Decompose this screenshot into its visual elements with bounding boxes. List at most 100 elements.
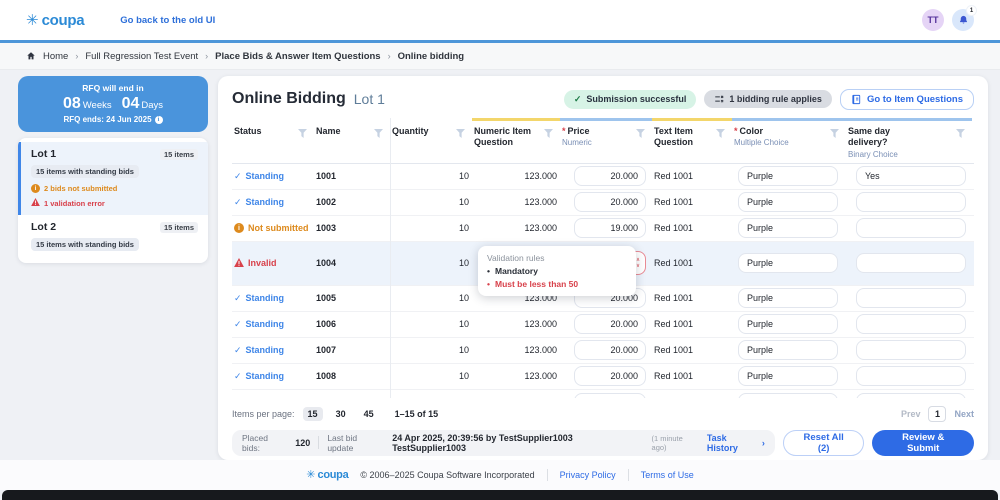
- check-icon: ✓: [573, 93, 582, 104]
- page-number-input[interactable]: 1: [928, 405, 947, 422]
- top-bar-right: TT 1: [922, 6, 976, 31]
- page: ✳ coupa Go back to the old UI TT 1 Home …: [0, 0, 1000, 500]
- same-day-select[interactable]: [856, 192, 966, 212]
- back-to-old-ui-link[interactable]: Go back to the old UI: [120, 15, 215, 26]
- status-cell: ✓ Standing: [232, 319, 314, 330]
- prev-page-button[interactable]: Prev: [901, 409, 921, 419]
- lot-header: Lot 2 15 items: [31, 221, 198, 233]
- avatar[interactable]: TT: [922, 9, 944, 31]
- numeric-question-cell: 123.000: [524, 223, 557, 233]
- items-per-page-45[interactable]: 45: [359, 407, 379, 421]
- color-select[interactable]: [738, 392, 838, 398]
- filter-icon[interactable]: [636, 129, 645, 138]
- color-select[interactable]: Purple: [738, 253, 838, 273]
- color-select[interactable]: Purple: [738, 340, 838, 360]
- price-input[interactable]: [574, 392, 646, 398]
- go-to-item-questions-label: Go to Item Questions: [866, 93, 963, 105]
- price-input[interactable]: 19.000: [574, 218, 646, 238]
- review-submit-button[interactable]: Review & Submit: [872, 429, 974, 456]
- status-label: Standing: [245, 319, 285, 329]
- same-day-select[interactable]: [856, 288, 966, 308]
- filter-icon[interactable]: [716, 129, 725, 138]
- status-cell: ✓ Standing: [232, 371, 314, 382]
- table-row: [232, 390, 974, 398]
- same-day-select[interactable]: [856, 314, 966, 334]
- breadcrumb-home[interactable]: Home: [43, 51, 68, 62]
- next-page-button[interactable]: Next: [954, 409, 974, 419]
- column-header-status: Status: [232, 118, 314, 159]
- coupa-logo-text: coupa: [41, 11, 85, 29]
- same-day-select[interactable]: [856, 253, 966, 273]
- coupa-logo-icon: ✳: [306, 468, 316, 481]
- price-input[interactable]: 20.000: [574, 340, 646, 360]
- filter-icon[interactable]: [374, 129, 383, 138]
- color-select[interactable]: Purple: [738, 166, 838, 186]
- task-history-label: Task History: [706, 432, 738, 453]
- items-per-page-15[interactable]: 15: [302, 406, 323, 421]
- check-icon: ✓: [234, 370, 242, 381]
- color-select[interactable]: Purple: [738, 314, 838, 334]
- lot-items-count: 15 items: [159, 221, 198, 233]
- coupa-logo[interactable]: ✳ coupa: [26, 11, 85, 29]
- status-label: Standing: [245, 197, 285, 207]
- validation-rule-text: Mandatory: [494, 266, 538, 276]
- lot-item-1[interactable]: Lot 1 15 items 15 items with standing bi…: [18, 142, 208, 215]
- bidding-rule-badge[interactable]: 1 bidding rule applies: [704, 90, 832, 108]
- status-label: Not submitted: [248, 223, 309, 233]
- table-row: ✓ Standing 1007 10 123.000 20.000 Red 10…: [232, 338, 974, 364]
- color-select[interactable]: Purple: [738, 288, 838, 308]
- lot-item-2[interactable]: Lot 2 15 items 15 items with standing bi…: [18, 215, 208, 259]
- price-input[interactable]: 20.000: [574, 192, 646, 212]
- privacy-policy-link[interactable]: Privacy Policy: [560, 470, 616, 480]
- divider: [318, 436, 320, 449]
- reset-all-button[interactable]: Reset All (2): [782, 429, 865, 456]
- price-input[interactable]: 20.000: [574, 366, 646, 386]
- breadcrumb: Home › Full Regression Test Event › Plac…: [0, 43, 1000, 70]
- column-label: Quantity: [392, 126, 429, 136]
- bid-status-strip: Placed bids: 120 Last bid update 24 Apr …: [232, 429, 775, 456]
- filter-icon[interactable]: [456, 129, 465, 138]
- same-day-select[interactable]: [856, 340, 966, 360]
- bell-icon: [959, 15, 967, 23]
- color-select[interactable]: Purple: [738, 192, 838, 212]
- same-day-select[interactable]: [856, 392, 966, 398]
- go-to-item-questions-button[interactable]: Go to Item Questions: [839, 88, 974, 110]
- terms-of-use-link[interactable]: Terms of Use: [641, 470, 694, 480]
- filter-icon[interactable]: [956, 129, 965, 138]
- same-day-select[interactable]: [856, 366, 966, 386]
- filter-icon[interactable]: [298, 129, 307, 138]
- task-history-link[interactable]: Task History ›: [707, 433, 765, 453]
- color-select[interactable]: Purple: [738, 218, 838, 238]
- stepper-down-icon[interactable]: ∨: [636, 263, 640, 269]
- filter-icon[interactable]: [544, 129, 553, 138]
- items-per-page-label: Items per page:: [232, 408, 295, 419]
- column-header-color: * Color Multiple Choice: [732, 118, 846, 159]
- validation-rule-text: Must be less than 50: [494, 279, 579, 289]
- notification-badge: 1: [967, 6, 976, 15]
- same-day-cell: Yes: [846, 166, 972, 186]
- filter-icon[interactable]: [830, 129, 839, 138]
- notifications-button[interactable]: 1: [952, 6, 976, 31]
- color-select[interactable]: Purple: [738, 366, 838, 386]
- numeric-question-cell: 123.000: [524, 197, 557, 207]
- validation-rule: • Mandatory: [487, 266, 627, 276]
- price-input[interactable]: 20.000: [574, 166, 646, 186]
- same-day-select[interactable]: Yes: [856, 166, 966, 186]
- same-day-select[interactable]: [856, 218, 966, 238]
- numeric-question-cell: 123.000: [524, 319, 557, 329]
- text-question-cell: Red 1001: [654, 319, 694, 329]
- footer-coupa-logo: ✳ coupa: [306, 469, 348, 481]
- info-icon[interactable]: i: [154, 115, 163, 124]
- status-cell: ✓ Standing: [232, 293, 314, 304]
- breadcrumb-event[interactable]: Full Regression Test Event: [85, 51, 198, 62]
- action-bar: Placed bids: 120 Last bid update 24 Apr …: [232, 429, 974, 456]
- breadcrumb-place-bids[interactable]: Place Bids & Answer Item Questions: [215, 51, 380, 62]
- standing-bids-pill: 15 items with standing bids: [31, 238, 139, 251]
- pagination-controls: Prev 1 Next: [901, 405, 974, 422]
- items-per-page-30[interactable]: 30: [331, 407, 351, 421]
- price-input[interactable]: 20.000: [574, 314, 646, 334]
- required-asterisk: *: [734, 126, 738, 136]
- quantity-cell: 10: [458, 223, 469, 233]
- name-cell: 1004: [316, 258, 337, 268]
- bidding-rule-icon: [715, 95, 724, 103]
